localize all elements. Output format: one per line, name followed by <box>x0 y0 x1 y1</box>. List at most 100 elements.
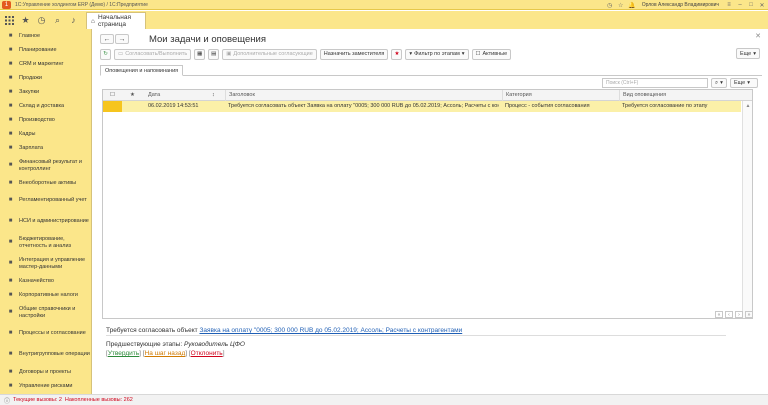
object-link[interactable]: Заявка на оплату "0005; 300 000 RUB до 0… <box>199 327 462 334</box>
app-logo-icon: 1 <box>2 0 11 9</box>
chevron-down-icon: ▾ <box>747 80 750 86</box>
row-subject: Требуется согласовать объект Заявка на о… <box>228 103 499 109</box>
column-category[interactable]: Категория <box>502 90 532 101</box>
column-kind[interactable]: Вид оповещения <box>619 90 666 101</box>
sidebar-item-label: Финансовый результат и контроллинг <box>19 159 82 172</box>
sidebar: ■ Главное ■ Планирование ■ CRM и маркетинг ■ Пр… <box>0 29 91 394</box>
sidebar-item[interactable]: ■ Общие справочники и настройки <box>0 302 91 323</box>
sidebar-item[interactable]: ■ Управление рисками <box>0 379 91 393</box>
select-all-icon[interactable]: ☐ <box>107 90 115 101</box>
sidebar-item[interactable]: ■ Склад и доставка <box>0 99 91 113</box>
apps-grid-icon[interactable] <box>3 13 16 27</box>
sidebar-item[interactable]: ■ Закупки <box>0 85 91 99</box>
sidebar-item[interactable]: ■ НСИ и администрирование <box>0 211 91 232</box>
menu-icon: ■ <box>8 144 13 151</box>
sidebar-item[interactable]: ■ Договоры и проекты <box>0 365 91 379</box>
notifications-bell-icon[interactable]: ♪ <box>67 13 80 27</box>
refresh-button[interactable]: ↻ <box>100 48 111 60</box>
menu-icon: ■ <box>8 218 13 224</box>
sidebar-item[interactable]: ■ Процессы и согласование <box>0 323 91 344</box>
menu-icon: ■ <box>8 179 13 186</box>
sidebar-item[interactable]: ■ Бюджетирование, отчетность и анализ <box>0 232 91 253</box>
sidebar-item[interactable]: ■ Планирование <box>0 43 91 57</box>
tab-home[interactable]: ⌂ Начальная страница <box>86 12 146 29</box>
notifications-table: ☐ ★ Дата ↕ Заголовок Категория Вид опове… <box>102 89 753 319</box>
minimize-icon[interactable]: – <box>736 2 744 8</box>
active-button[interactable]: ☐ Активные <box>471 48 512 60</box>
maximize-icon[interactable]: □ <box>747 2 755 8</box>
row-date: 06.02.2019 14:53:51 <box>148 103 199 109</box>
sidebar-item[interactable]: ■ Главное <box>0 29 91 43</box>
pager: « ‹ › » <box>715 311 753 318</box>
menu-icon: ■ <box>8 260 13 266</box>
prev-stages-line: Предшествующие этапы: Руководитель ЦФО <box>106 341 245 348</box>
sidebar-item-label: Зарплата <box>19 144 44 151</box>
users-icon: ▣ <box>226 51 232 57</box>
more-list-button[interactable]: Еще ▾ <box>730 78 758 88</box>
bell-icon[interactable]: 🔔 <box>628 2 636 9</box>
tab-notifications[interactable]: Оповещения и напоминания <box>100 65 184 76</box>
card-view-button[interactable]: ▤ <box>208 48 220 60</box>
search-button[interactable]: ⌕ ▾ <box>711 78 727 88</box>
favorites-star-icon[interactable]: ★ <box>19 13 32 27</box>
sidebar-item[interactable]: ■ Интеграция и управление мастер-данными <box>0 253 91 274</box>
important-button[interactable]: ★ <box>391 48 403 60</box>
sidebar-item[interactable]: ■ Корпоративные налоги <box>0 288 91 302</box>
approve-button[interactable]: ▭ Согласовать/Выполнить <box>114 48 192 60</box>
sidebar-item-label: Казначейство <box>19 277 54 284</box>
menu-icon: ■ <box>8 32 13 39</box>
more-list-label: Еще <box>734 80 746 86</box>
close-form-icon[interactable]: ✕ <box>755 32 761 40</box>
menu-icon: ■ <box>8 330 13 336</box>
reject-link[interactable]: Отклонить <box>191 350 223 357</box>
sidebar-item-label: Закупки <box>19 88 40 95</box>
sidebar-item[interactable]: ■ Продажи <box>0 71 91 85</box>
home-icon: ⌂ <box>91 17 95 25</box>
approve-link[interactable]: Утвердить <box>108 350 139 357</box>
sidebar-item[interactable]: ■ Производство <box>0 113 91 127</box>
column-subject[interactable]: Заголовок <box>225 90 255 101</box>
row-marker <box>103 101 122 112</box>
close-icon[interactable]: ✕ <box>758 2 766 9</box>
sidebar-item[interactable]: ■ Финансовый результат и контроллинг <box>0 155 91 176</box>
menu-icon: ■ <box>8 88 13 95</box>
history-icon[interactable]: ◷ <box>35 13 48 27</box>
extra-approvals-button[interactable]: ▣ Дополнительные согласующие <box>222 48 317 60</box>
filter-stages-button[interactable]: ▾ Фильтр по этапам ▾ <box>405 48 469 60</box>
prev-page-icon[interactable]: ‹ <box>725 311 733 318</box>
chevron-down-icon: ▾ <box>461 51 465 57</box>
search-icon[interactable]: ⌕ <box>51 13 64 27</box>
step-back-link[interactable]: На шаг назад <box>145 350 186 357</box>
first-page-icon[interactable]: « <box>715 311 723 318</box>
more-label: Еще <box>740 50 752 57</box>
divider <box>106 335 726 336</box>
table-header: ☐ ★ Дата ↕ Заголовок Категория Вид опове… <box>103 90 752 101</box>
back-button[interactable]: ← <box>100 34 114 44</box>
top-toolbar: ★ ◷ ⌕ ♪ ⌂ Начальная страница <box>0 11 768 29</box>
list-view-button[interactable]: ▦ <box>194 48 206 60</box>
scroll-up-icon[interactable]: ▲ <box>744 102 752 110</box>
sidebar-item[interactable]: ■ Кадры <box>0 127 91 141</box>
sidebar-item[interactable]: ■ CRM и маркетинг <box>0 57 91 71</box>
sidebar-item[interactable]: ■ Внутригрупповые операции <box>0 344 91 365</box>
forward-button[interactable]: → <box>115 34 129 44</box>
sidebar-item-label: Главное <box>19 32 41 39</box>
sidebar-item[interactable]: ■ Регламентированный учет <box>0 190 91 211</box>
sidebar-item[interactable]: ■ Зарплата <box>0 141 91 155</box>
list-icon: ▦ <box>197 51 203 57</box>
search-input[interactable]: Поиск (Ctrl+F) <box>602 78 708 88</box>
detail-line: Требуется согласовать объект Заявка на о… <box>106 327 756 334</box>
settings-icon[interactable]: ≡ <box>725 2 733 8</box>
next-page-icon[interactable]: › <box>735 311 743 318</box>
sidebar-item[interactable]: ■ Внеоборотные активы <box>0 176 91 190</box>
table-row[interactable]: 06.02.2019 14:53:51 Требуется согласоват… <box>103 101 741 112</box>
sidebar-item[interactable]: ■ Казначейство <box>0 274 91 288</box>
star-icon[interactable]: ☆ <box>617 2 625 9</box>
more-button[interactable]: Еще ▾ <box>736 48 760 59</box>
assign-deputies-button[interactable]: Назначить заместителя <box>319 48 389 60</box>
user-name[interactable]: Орлов Александр Владимирович <box>642 2 719 8</box>
column-date[interactable]: Дата <box>145 90 160 101</box>
history-icon[interactable]: ◷ <box>606 2 614 9</box>
vertical-scrollbar[interactable]: ▲ <box>742 101 752 318</box>
last-page-icon[interactable]: » <box>745 311 753 318</box>
